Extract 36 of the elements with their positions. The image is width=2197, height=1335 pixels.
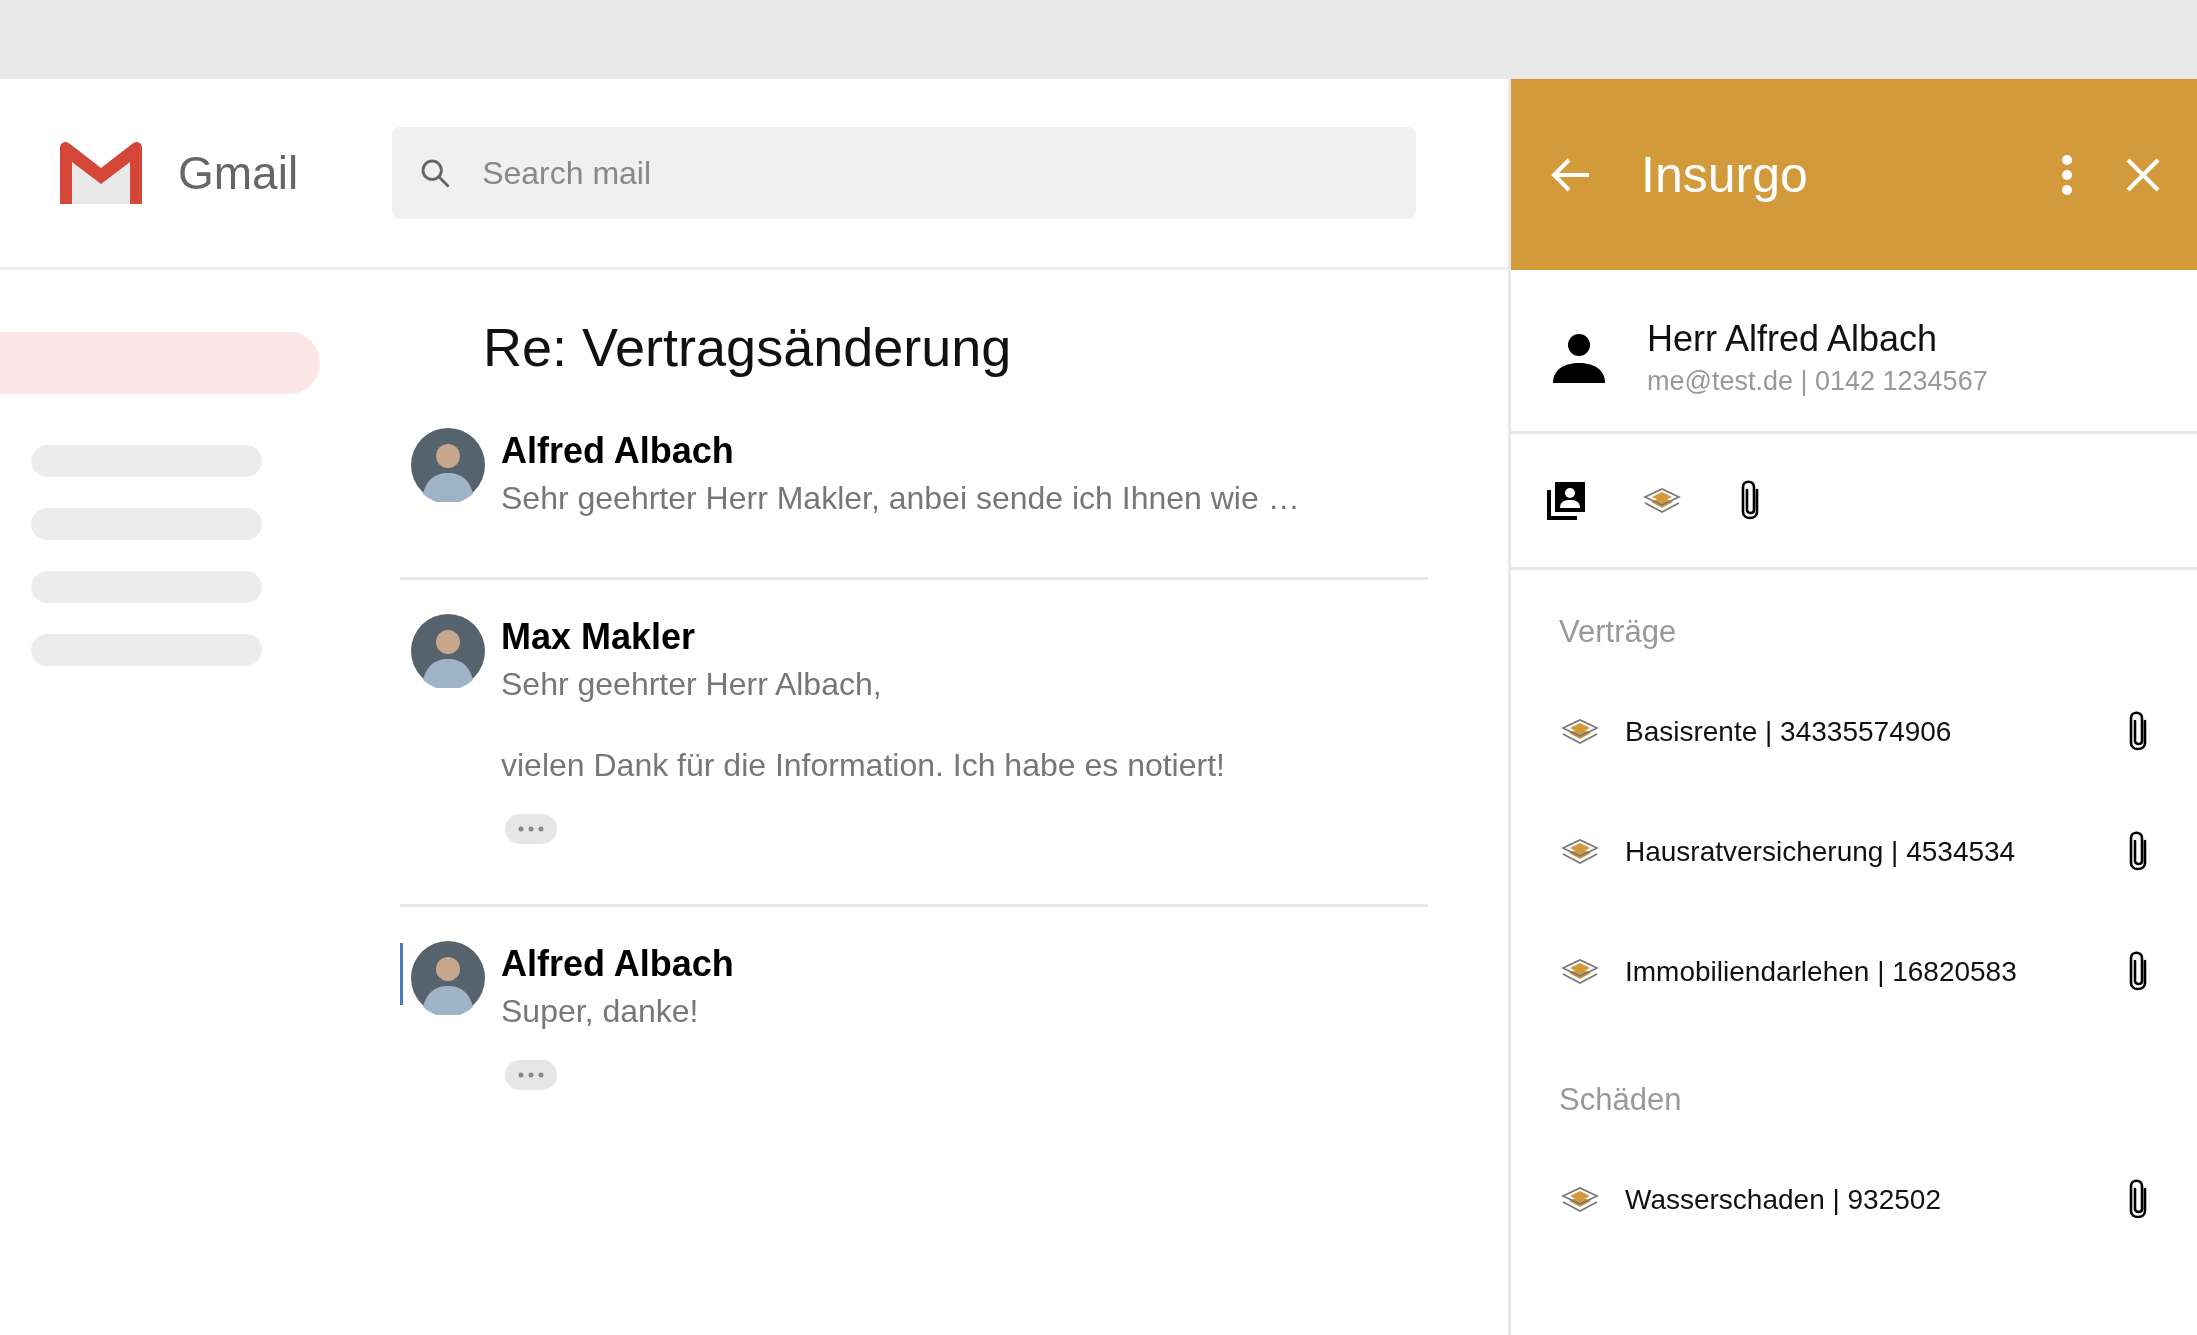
layers-icon xyxy=(1561,838,1599,866)
contract-item[interactable]: Basisrente | 34335574906 xyxy=(1625,716,2125,748)
back-arrow-icon[interactable] xyxy=(1551,156,1591,193)
layers-icon xyxy=(1561,958,1599,986)
contact-name: Herr Alfred Albach xyxy=(1647,318,1939,360)
avatar-icon xyxy=(411,614,485,688)
sender-name: Max Makler xyxy=(501,616,697,658)
message-text: vielen Dank für die Information. Ich habe es notiert! xyxy=(501,747,1225,784)
show-trimmed-button[interactable] xyxy=(505,1060,557,1090)
section-heading: Verträge xyxy=(1559,614,1678,650)
ellipsis-icon xyxy=(518,1072,544,1078)
message-text: Sehr geehrter Herr Makler, anbei sende ich Ihnen wie … xyxy=(501,480,1300,517)
show-trimmed-button[interactable] xyxy=(505,814,557,844)
sender-name: Alfred Albach xyxy=(501,943,734,985)
search-field[interactable]: Search mail xyxy=(392,127,1417,219)
app-name: Gmail xyxy=(178,146,299,200)
message-text: Sehr geehrter Herr Albach, xyxy=(501,666,883,703)
email-subject: Re: Vertragsänderung xyxy=(483,316,1013,378)
close-icon[interactable] xyxy=(2125,156,2161,193)
more-options-icon[interactable] xyxy=(2061,154,2073,195)
contract-item[interactable]: Hausratversicherung | 4534534 xyxy=(1625,836,2125,868)
avatar-icon xyxy=(411,941,485,1015)
layers-icon xyxy=(1561,1186,1599,1214)
contract-item[interactable]: Immobiliendarlehen | 16820583 xyxy=(1625,956,2125,988)
layers-icon xyxy=(1561,718,1599,746)
ellipsis-icon xyxy=(518,826,544,832)
person-icon xyxy=(1553,332,1605,383)
panel-title: Insurgo xyxy=(1641,145,1809,204)
layers-icon[interactable] xyxy=(1643,486,1681,515)
sender-name: Alfred Albach xyxy=(501,430,735,472)
contact-details: me@test.de | 0142 1234567 xyxy=(1647,366,1988,397)
section-heading: Schäden xyxy=(1559,1082,1683,1118)
avatar-icon xyxy=(411,428,485,502)
contact-book-icon[interactable] xyxy=(1545,479,1587,522)
contract-item[interactable]: Wasserschaden | 932502 xyxy=(1625,1184,2125,1216)
message-text: Super, danke! xyxy=(501,993,700,1030)
